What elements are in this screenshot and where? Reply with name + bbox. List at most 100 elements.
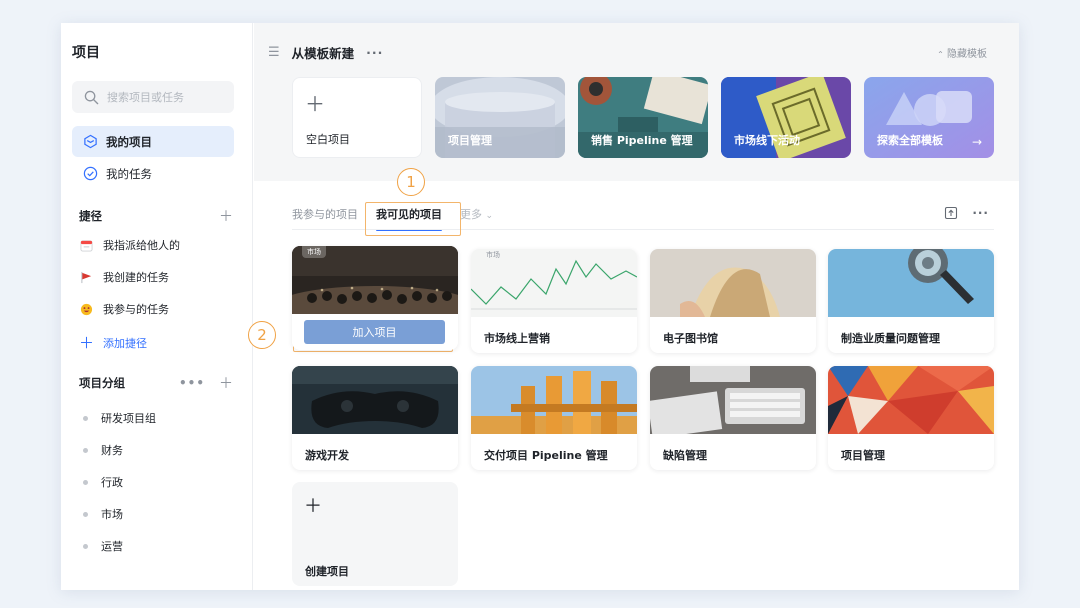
step-marker-1: 1 — [397, 168, 425, 196]
project-card[interactable]: 市场 市场线上营销 — [471, 249, 637, 353]
template-card-label: 市场线下活动 — [734, 134, 800, 147]
project-image — [828, 366, 994, 434]
project-name: 交付项目 Pipeline 管理 — [484, 449, 608, 462]
join-project-button[interactable]: 加入项目 — [304, 320, 445, 344]
group-item[interactable]: 财务 — [83, 442, 123, 458]
chevron-up-icon: ⌃ — [937, 50, 944, 59]
add-shortcut-button[interactable]: ＋ 添加捷径 — [79, 332, 147, 353]
bullet-dot — [83, 479, 88, 485]
group-label: 财务 — [101, 444, 123, 457]
plus-icon: ＋ — [305, 92, 325, 116]
group-item[interactable]: 行政 — [83, 474, 123, 490]
template-title: 从模板新建 — [291, 46, 355, 61]
template-card-blank[interactable]: ＋ 空白项目 — [292, 77, 422, 158]
template-section: ☰ 从模板新建 ··· ⌃ 隐藏模板 ＋ 空白项目 项目管理 销售 Pipeli… — [254, 23, 1019, 181]
project-card[interactable]: 电子图书馆 — [650, 249, 816, 353]
plus-icon: ＋ — [79, 334, 95, 352]
step-marker-2: 2 — [248, 321, 276, 349]
group-label: 运营 — [101, 540, 123, 553]
template-card-project-management[interactable]: 项目管理 — [435, 77, 565, 158]
template-card-label: 销售 Pipeline 管理 — [591, 134, 693, 147]
flag-icon — [79, 270, 93, 284]
project-image — [828, 249, 994, 317]
project-card[interactable]: 项目管理 — [828, 366, 994, 470]
project-groups-title: 项目分组 — [79, 376, 125, 390]
project-name: 项目管理 — [841, 449, 885, 462]
shortcut-item-participated[interactable]: 我参与的任务 — [79, 301, 169, 317]
template-card-sales-pipeline[interactable]: 销售 Pipeline 管理 — [578, 77, 708, 158]
group-label: 行政 — [101, 476, 123, 489]
project-name: 制造业质量问题管理 — [841, 332, 940, 345]
shortcut-label: 我指派给他人的 — [103, 239, 180, 252]
project-card[interactable]: 缺陷管理 — [650, 366, 816, 470]
template-card-label: 空白项目 — [306, 133, 350, 146]
shortcut-label: 我创建的任务 — [103, 271, 169, 284]
project-icon — [84, 134, 97, 149]
bullet-dot — [83, 543, 88, 549]
project-image — [650, 366, 816, 434]
smile-icon — [79, 302, 93, 316]
sidebar-item-label: 我的任务 — [106, 166, 152, 181]
project-card[interactable]: 交付项目 Pipeline 管理 — [471, 366, 637, 470]
more-icon[interactable]: ··· — [366, 45, 383, 60]
group-item[interactable]: 研发项目组 — [83, 410, 156, 426]
template-card-label: 探索全部模板 — [877, 134, 943, 147]
add-shortcut-label: 添加捷径 — [103, 336, 147, 350]
project-card[interactable]: 游戏开发 — [292, 366, 458, 470]
menu-icon[interactable]: ☰ — [268, 45, 280, 60]
shortcut-label: 我参与的任务 — [103, 303, 169, 316]
project-card-joinable[interactable]: 市场 加入项目 — [292, 246, 458, 350]
tab-more[interactable]: 更多 ⌄ — [460, 206, 493, 222]
project-tag: 市场 — [302, 246, 326, 258]
arrow-right-icon: → — [971, 135, 982, 149]
bullet-dot — [83, 447, 88, 453]
group-label: 研发项目组 — [101, 412, 156, 425]
tab-participated[interactable]: 我参与的项目 — [292, 206, 358, 222]
main-content: ☰ 从模板新建 ··· ⌃ 隐藏模板 ＋ 空白项目 项目管理 销售 Pipeli… — [248, 23, 1019, 590]
sidebar: 项目 我的项目 我的任务 捷径 ＋ 我指派给他人的 我创建的任 — [61, 23, 253, 590]
sidebar-item-my-tasks[interactable]: 我的任务 — [72, 158, 234, 189]
project-image — [650, 249, 816, 317]
bullet-dot — [83, 415, 88, 421]
template-card-explore-all[interactable]: 探索全部模板 → — [864, 77, 994, 158]
shortcut-item-created[interactable]: 我创建的任务 — [79, 269, 169, 285]
project-card[interactable]: 制造业质量问题管理 — [828, 249, 994, 353]
upload-icon[interactable] — [944, 206, 958, 220]
search-input[interactable] — [107, 90, 227, 104]
create-project-label: 创建项目 — [305, 565, 349, 578]
group-label: 市场 — [101, 508, 123, 521]
hide-templates-label: 隐藏模板 — [947, 49, 987, 60]
template-card-offline-event[interactable]: 市场线下活动 — [721, 77, 851, 158]
task-check-icon — [83, 166, 98, 181]
search-icon — [84, 90, 99, 104]
bullet-dot — [83, 511, 88, 517]
search-box[interactable] — [72, 81, 234, 113]
shortcuts-header: 捷径 ＋ — [79, 206, 233, 226]
template-card-label: 项目管理 — [448, 134, 492, 147]
group-item[interactable]: 运营 — [83, 538, 123, 554]
group-item[interactable]: 市场 — [83, 506, 123, 522]
sidebar-title: 项目 — [72, 45, 100, 61]
tab-tools: ··· — [944, 206, 989, 220]
sidebar-item-my-projects[interactable]: 我的项目 — [72, 126, 234, 157]
project-image — [292, 366, 458, 434]
more-tab-label: 更多 — [460, 208, 482, 221]
project-image — [471, 366, 637, 434]
plus-icon: ＋ — [304, 496, 322, 517]
project-name: 电子图书馆 — [663, 332, 718, 345]
create-project-card[interactable]: ＋ 创建项目 — [292, 482, 458, 586]
shortcut-item-assigned[interactable]: 我指派给他人的 — [79, 237, 180, 253]
shortcuts-title: 捷径 — [79, 209, 102, 223]
template-header: ☰ 从模板新建 ··· — [268, 43, 383, 62]
more-icon[interactable]: ··· — [972, 206, 989, 220]
more-icon[interactable]: ••• — [179, 376, 205, 390]
calendar-icon — [79, 238, 93, 252]
project-name: 缺陷管理 — [663, 449, 707, 462]
chevron-down-icon: ⌄ — [485, 211, 494, 221]
add-group-plus-icon[interactable]: ＋ — [219, 373, 233, 393]
project-name: 游戏开发 — [305, 449, 349, 462]
hide-templates-button[interactable]: ⌃ 隐藏模板 — [937, 45, 987, 60]
add-shortcut-plus-icon[interactable]: ＋ — [219, 206, 233, 226]
highlight-box-tab — [365, 202, 461, 236]
sidebar-item-label: 我的项目 — [106, 134, 152, 149]
